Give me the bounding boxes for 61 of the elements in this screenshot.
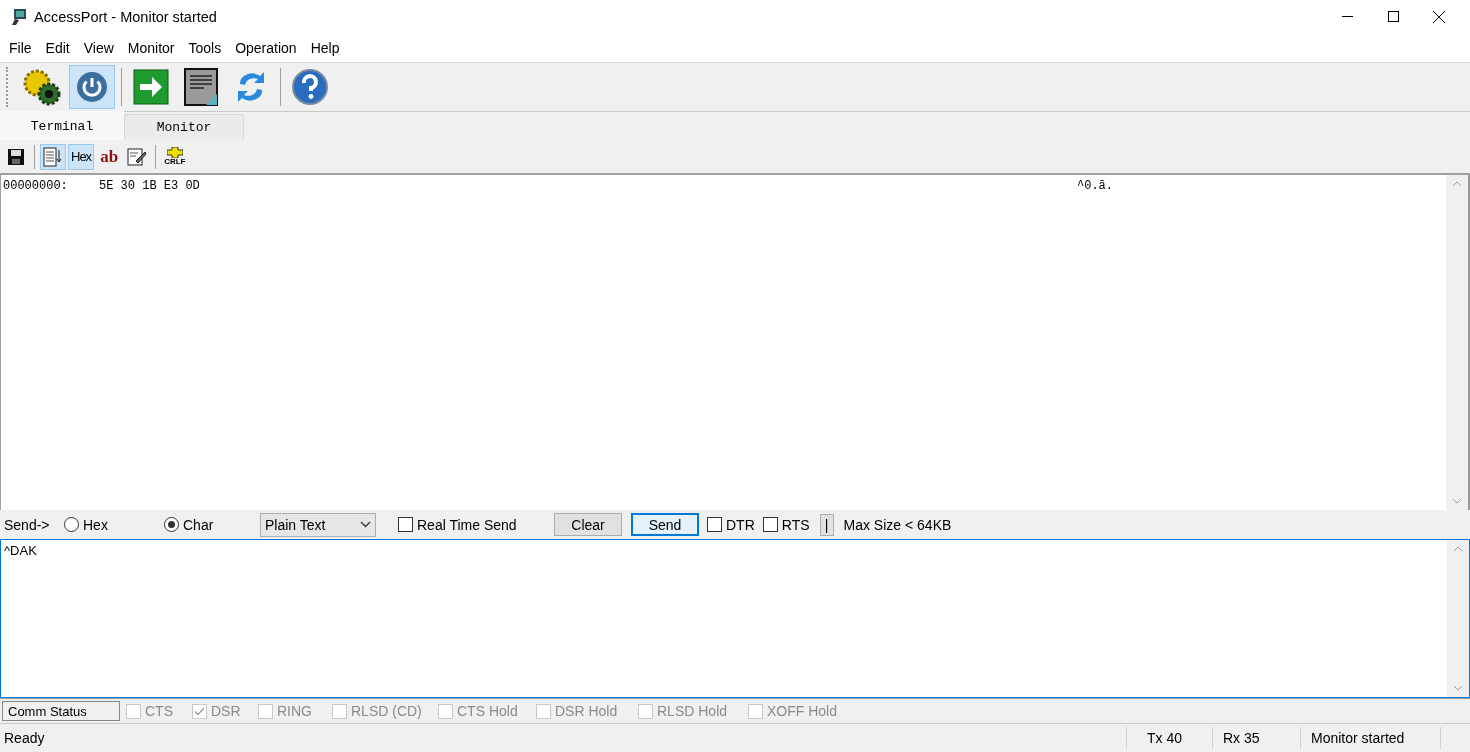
- rx-count: Rx 35: [1212, 727, 1300, 749]
- line-checkbox[interactable]: RTS: [762, 516, 810, 533]
- checkbox[interactable]: [398, 517, 413, 532]
- signal-checkbox: RLSD Hold: [638, 703, 742, 719]
- format-dropdown[interactable]: Plain Text: [260, 512, 376, 537]
- signal-checkbox: XOFF Hold: [748, 703, 844, 719]
- radio-circle[interactable]: [64, 517, 79, 532]
- line-checkbox[interactable]: DTR: [707, 516, 755, 533]
- minimize-icon: [1341, 16, 1353, 17]
- menu-item[interactable]: View: [76, 39, 121, 56]
- ascii-text: ^0.ã.: [1077, 179, 1113, 193]
- comm-status-label: Comm Status: [2, 701, 120, 721]
- signal-checkbox: RING: [258, 703, 326, 719]
- tab[interactable]: Terminal: [0, 111, 124, 140]
- checkbox[interactable]: [762, 517, 778, 532]
- document-icon: [184, 68, 218, 106]
- menu-item[interactable]: File: [2, 39, 39, 56]
- signal-checkbox: RLSD (CD): [332, 703, 432, 719]
- offset-text: 00000000:: [3, 179, 69, 193]
- radio-circle[interactable]: [164, 517, 179, 532]
- monitor-state: Monitor started: [1300, 727, 1440, 749]
- menu-item[interactable]: Edit: [38, 39, 77, 56]
- toggle-button[interactable]: |: [819, 513, 834, 536]
- max-size-text: Max Size < 64KB: [843, 516, 952, 533]
- hex-bytes-text: 5E 30 1B E3 0D: [99, 179, 201, 193]
- view-toolbar-button[interactable]: CRLF: [161, 143, 189, 170]
- chevron-down-icon: [360, 521, 371, 528]
- send-label: Send->: [4, 516, 51, 533]
- power-icon: [75, 70, 109, 104]
- menu-item[interactable]: Help: [303, 39, 347, 56]
- help-icon: [291, 68, 329, 106]
- clear-button[interactable]: Clear: [554, 513, 622, 536]
- checkbox[interactable]: [707, 517, 722, 532]
- radio-button[interactable]: Char: [164, 516, 260, 533]
- menu-item[interactable]: Tools: [181, 39, 229, 56]
- app-icon: [10, 7, 28, 26]
- autoscroll-icon: [43, 146, 63, 167]
- tab[interactable]: Monitor: [124, 114, 244, 140]
- gears-icon: [22, 67, 62, 107]
- signal-checkbox: DSR Hold: [536, 703, 632, 719]
- view-toolbar-button[interactable]: ab: [96, 143, 123, 170]
- menu-item[interactable]: Monitor: [120, 39, 182, 56]
- close-icon: [1433, 10, 1445, 23]
- scroll-up-icon[interactable]: [1452, 181, 1462, 187]
- status-message: Ready: [3, 730, 46, 746]
- menu-item[interactable]: Operation: [228, 39, 304, 56]
- send-button[interactable]: Send: [631, 513, 699, 536]
- window-title: AccessPort - Monitor started: [34, 8, 218, 25]
- plus-icon: [166, 147, 183, 158]
- maximize-icon: [1387, 11, 1399, 22]
- signal-checkbox: DSR: [192, 703, 252, 719]
- arrow-right-icon: [133, 69, 169, 105]
- tx-count: Tx 40: [1126, 727, 1212, 749]
- view-toolbar-button[interactable]: Hex: [68, 143, 95, 170]
- scrollbar[interactable]: [1446, 175, 1470, 510]
- edit-document-icon: [127, 146, 148, 167]
- scroll-down-icon[interactable]: [1452, 498, 1462, 504]
- real-time-send-checkbox[interactable]: Real Time Send: [398, 516, 550, 533]
- signal-checkbox: CTS Hold: [438, 703, 530, 719]
- signal-checkbox: CTS: [126, 703, 186, 719]
- radio-button[interactable]: Hex: [64, 516, 164, 533]
